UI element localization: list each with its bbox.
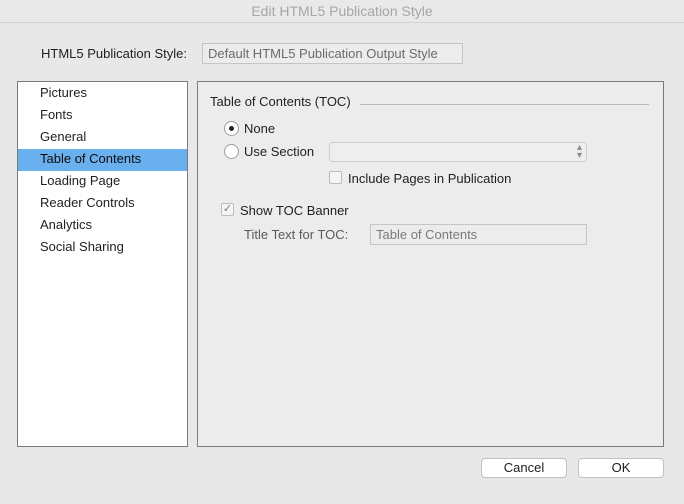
radio-use-section-label: Use Section <box>244 144 315 159</box>
group-divider <box>360 104 649 105</box>
sidebar-item-fonts[interactable]: Fonts <box>18 105 187 127</box>
include-pages-checkbox[interactable] <box>329 171 342 184</box>
radio-none-label: None <box>244 121 276 136</box>
sidebar-item-general[interactable]: General <box>18 127 187 149</box>
radio-use-section[interactable] <box>224 144 239 159</box>
settings-panel: Table of Contents (TOC) None Use Section… <box>197 81 664 447</box>
radio-none[interactable] <box>224 121 239 136</box>
radio-selected-dot <box>229 126 234 131</box>
toc-group-title: Table of Contents (TOC) <box>210 94 351 109</box>
sidebar-item-pictures[interactable]: Pictures <box>18 83 187 105</box>
show-toc-banner-label: Show TOC Banner <box>240 203 349 218</box>
cancel-button[interactable]: Cancel <box>481 458 567 478</box>
sidebar-item-reader-controls[interactable]: Reader Controls <box>18 193 187 215</box>
sidebar-item-social-sharing[interactable]: Social Sharing <box>18 237 187 259</box>
publication-style-field[interactable]: Default HTML5 Publication Output Style <box>202 43 463 64</box>
sidebar-item-analytics[interactable]: Analytics <box>18 215 187 237</box>
ok-button[interactable]: OK <box>578 458 664 478</box>
include-pages-label: Include Pages in Publication <box>348 171 512 186</box>
show-toc-banner-checkbox[interactable]: ✓ <box>221 203 234 216</box>
sidebar-item-table-of-contents[interactable]: Table of Contents <box>18 149 187 171</box>
title-text-field[interactable]: Table of Contents <box>370 224 587 245</box>
sidebar-item-loading-page[interactable]: Loading Page <box>18 171 187 193</box>
publication-style-label: HTML5 Publication Style: <box>41 46 187 61</box>
window-title: Edit HTML5 Publication Style <box>0 0 684 23</box>
category-list: Pictures Fonts General Table of Contents… <box>17 81 188 447</box>
chevron-up-down-icon: ▴ ▾ <box>576 142 582 161</box>
title-text-label: Title Text for TOC: <box>244 227 349 242</box>
checkmark-icon: ✓ <box>222 203 233 215</box>
section-select[interactable]: ▴ ▾ <box>329 142 587 162</box>
